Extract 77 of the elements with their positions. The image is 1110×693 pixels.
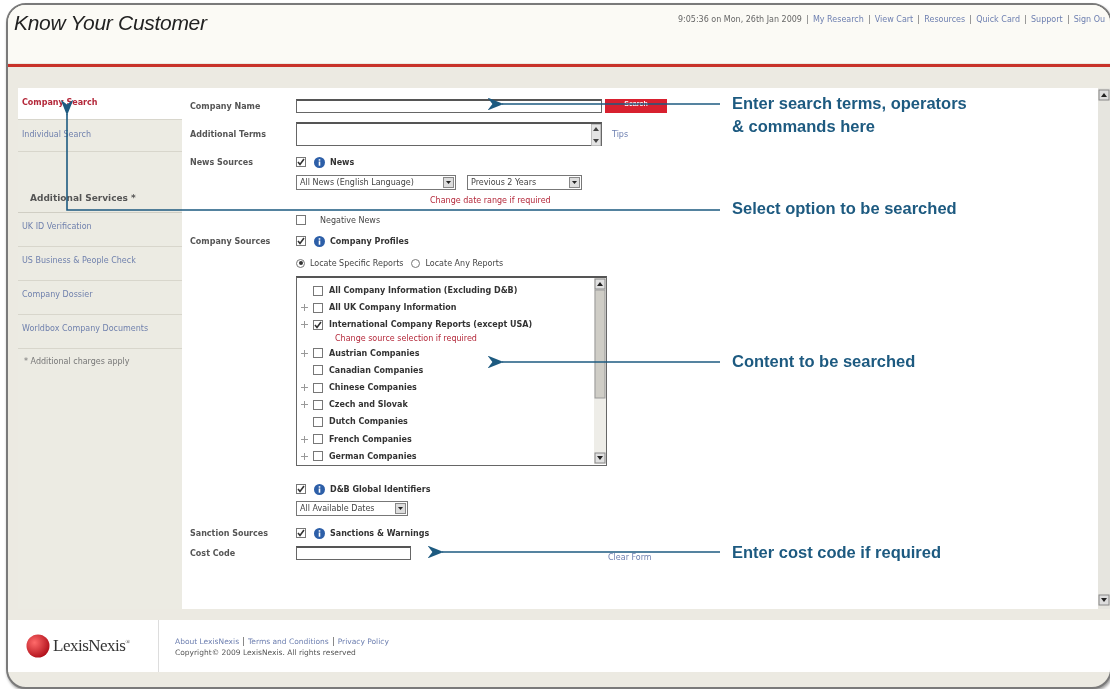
logo-icon [26, 634, 50, 658]
field-label: Sanction Sources [190, 528, 269, 538]
info-icon[interactable] [314, 235, 325, 247]
logo-text: LexisNexis$^{®}$ [53, 636, 130, 656]
callout-text: Enter cost code if required [732, 542, 943, 563]
source-label: Sanctions & Warnings [330, 528, 430, 538]
source-option[interactable]: German Companies [329, 451, 417, 461]
header-link[interactable]: Support [1025, 15, 1068, 24]
scrollbar[interactable] [594, 278, 606, 464]
header-link[interactable]: Sign Ou [1067, 15, 1110, 24]
field-label: Additional Terms [190, 129, 267, 139]
terms-field[interactable] [296, 122, 602, 146]
dropdown[interactable]: All Available Dates [296, 500, 408, 516]
callout-text: Enter search terms, operators & commands here [732, 93, 968, 137]
field-label: Company Name [190, 101, 262, 111]
callout-text: Select option to be searched [732, 198, 958, 219]
header-link[interactable]: My Research [806, 15, 869, 24]
checkbox[interactable] [296, 236, 306, 246]
header-link[interactable]: View Cart [868, 15, 919, 24]
field-label: News Sources [190, 157, 254, 167]
scrollbar[interactable] [1098, 88, 1110, 609]
checkbox[interactable] [313, 302, 323, 313]
expand-icon[interactable] [301, 384, 308, 392]
checkbox[interactable] [313, 348, 323, 359]
cost-code-field[interactable] [296, 546, 411, 560]
app-title: Know Your Customer [14, 11, 207, 35]
header-link[interactable]: Resources [918, 15, 971, 24]
checkbox[interactable] [313, 416, 323, 427]
source-option[interactable]: Canadian Companies [329, 365, 424, 375]
expand-icon[interactable] [301, 321, 308, 329]
source-option[interactable]: All Company Information (Excluding D&B) [329, 286, 518, 296]
checkbox[interactable] [313, 285, 323, 296]
timestamp: 9:05:36 on Mon, 26th Jan 2009 [677, 15, 803, 24]
expand-icon[interactable] [301, 401, 308, 409]
field-label: Cost Code [190, 548, 237, 558]
checkbox[interactable] [313, 451, 323, 462]
expand-icon[interactable] [301, 349, 308, 357]
source-option[interactable]: Dutch Companies [329, 417, 408, 427]
checkbox[interactable] [296, 484, 306, 494]
expand-icon[interactable] [301, 304, 308, 312]
source-option[interactable]: French Companies [329, 434, 412, 444]
radio-option[interactable]: Locate Specific Reports [296, 258, 404, 268]
radio-option[interactable]: Locate Any Reports [411, 258, 504, 268]
clear-form-link[interactable]: Clear Form [608, 553, 652, 562]
checkbox[interactable] [296, 157, 306, 167]
checkbox[interactable] [296, 215, 306, 225]
callout-text: Content to be searched [732, 351, 917, 372]
hint-text: Change source selection if required [334, 333, 478, 345]
hint-text: Change date range if required [430, 195, 551, 205]
source-option[interactable]: All UK Company Information [329, 303, 457, 313]
dropdown[interactable]: Previous 2 Years [467, 174, 582, 190]
checkbox[interactable] [313, 365, 323, 376]
source-option[interactable]: Czech and Slovak [329, 400, 408, 410]
source-label: Company Profiles [330, 236, 409, 246]
checkbox[interactable] [313, 319, 323, 330]
checkbox[interactable] [296, 528, 306, 538]
dropdown[interactable]: All News (English Language) [296, 174, 456, 190]
footnote: * Additional charges apply [23, 356, 131, 366]
info-icon[interactable] [314, 156, 325, 168]
scroll-arrows-icon[interactable] [591, 124, 601, 146]
source-label: D&B Global Identifiers [330, 484, 431, 494]
tips-link[interactable]: Tips [612, 129, 629, 139]
checkbox-label: Negative News [320, 215, 381, 225]
expand-icon[interactable] [301, 435, 308, 443]
checkbox[interactable] [313, 382, 323, 393]
field-label: Company Sources [190, 236, 272, 246]
checkbox[interactable] [313, 434, 323, 445]
checkbox[interactable] [313, 399, 323, 410]
header-link[interactable]: Quick Card [970, 15, 1025, 24]
expand-icon[interactable] [301, 452, 308, 460]
info-icon[interactable] [314, 527, 325, 539]
source-option[interactable]: Chinese Companies [329, 383, 417, 393]
company-name-field[interactable] [296, 99, 602, 113]
source-option[interactable]: Austrian Companies [329, 348, 420, 358]
info-icon[interactable] [314, 483, 325, 495]
source-label: News [330, 157, 355, 167]
source-option[interactable]: International Company Reports (except USA) [329, 320, 533, 330]
